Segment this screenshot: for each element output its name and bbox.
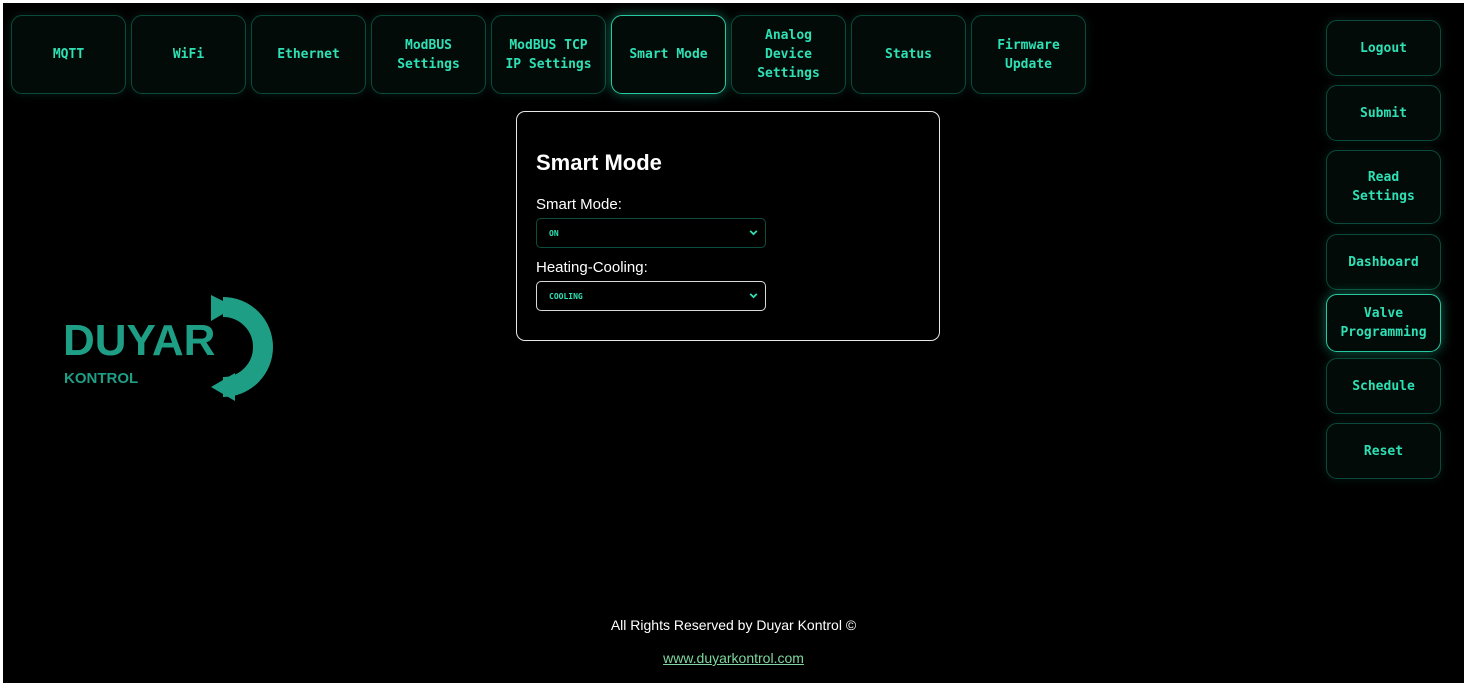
app-frame: MQTT WiFi Ethernet ModBUS Settings ModBU…	[3, 3, 1464, 683]
heating-cooling-select-value: COOLING	[549, 291, 583, 301]
tab-mqtt[interactable]: MQTT	[11, 15, 126, 94]
smart-mode-label: Smart Mode:	[536, 196, 622, 213]
duyar-kontrol-logo: DUYAR KONTROL	[63, 295, 273, 401]
tab-status[interactable]: Status	[851, 15, 966, 94]
smart-mode-panel: Smart Mode Smart Mode: ON Heating-Coolin…	[516, 111, 940, 341]
tab-analog-device-settings[interactable]: Analog Device Settings	[731, 15, 846, 94]
chevron-down-icon	[749, 230, 758, 236]
heating-cooling-select[interactable]: COOLING	[536, 281, 766, 311]
schedule-button[interactable]: Schedule	[1326, 358, 1441, 414]
footer-link-container: www.duyarkontrol.com	[3, 650, 1464, 666]
tab-ethernet[interactable]: Ethernet	[251, 15, 366, 94]
heating-cooling-label: Heating-Cooling:	[536, 259, 648, 276]
panel-title: Smart Mode	[536, 150, 662, 175]
read-settings-button[interactable]: Read Settings	[1326, 150, 1441, 224]
website-link[interactable]: www.duyarkontrol.com	[663, 650, 804, 666]
smart-mode-select[interactable]: ON	[536, 218, 766, 248]
reset-button[interactable]: Reset	[1326, 423, 1441, 479]
chevron-down-icon	[749, 293, 758, 299]
smart-mode-select-value: ON	[549, 228, 559, 238]
tab-firmware-update[interactable]: Firmware Update	[971, 15, 1086, 94]
tab-modbus-tcp-ip-settings[interactable]: ModBUS TCP IP Settings	[491, 15, 606, 94]
tab-modbus-settings[interactable]: ModBUS Settings	[371, 15, 486, 94]
dashboard-button[interactable]: Dashboard	[1326, 234, 1441, 290]
logo-name: DUYAR	[63, 316, 215, 365]
tab-wifi[interactable]: WiFi	[131, 15, 246, 94]
submit-button[interactable]: Submit	[1326, 85, 1441, 141]
tab-smart-mode[interactable]: Smart Mode	[611, 15, 726, 94]
footer-copyright: All Rights Reserved by Duyar Kontrol ©	[610, 617, 857, 633]
valve-programming-button[interactable]: Valve Programming	[1326, 294, 1441, 352]
logout-button[interactable]: Logout	[1326, 20, 1441, 76]
logo-sub: KONTROL	[64, 370, 138, 387]
